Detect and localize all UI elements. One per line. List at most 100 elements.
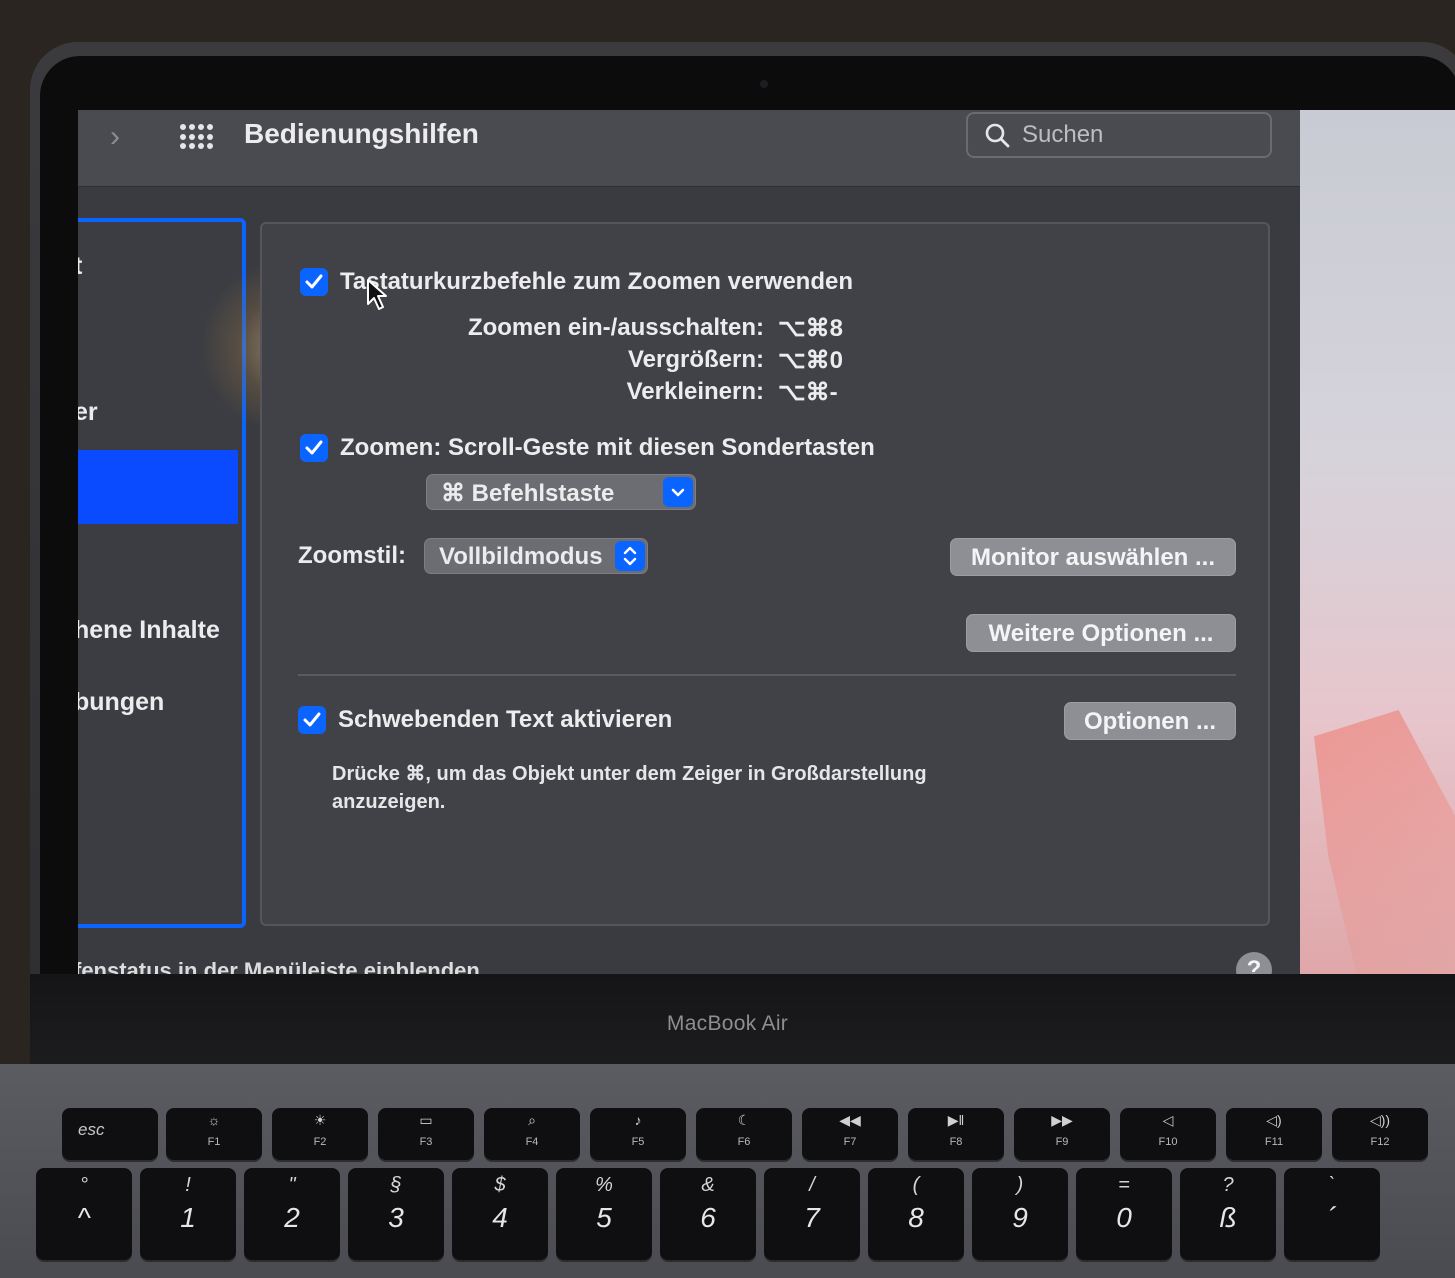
sidebar-item[interactable]: hene Inhalte bbox=[78, 616, 220, 645]
section-divider bbox=[298, 674, 1236, 676]
function-key[interactable]: ▶‖ F8 bbox=[908, 1108, 1004, 1160]
number-key[interactable]: ) 9 bbox=[972, 1168, 1068, 1260]
shortcut-label: Zoomen ein-/ausschalten: bbox=[467, 314, 764, 341]
mute-icon: ◁ bbox=[1162, 1112, 1174, 1128]
scroll-gesture-label[interactable]: Zoomen: Scroll-Geste mit diesen Sonderta… bbox=[340, 434, 875, 462]
function-key[interactable]: ☼ F1 bbox=[166, 1108, 262, 1160]
function-key-label: F1 bbox=[207, 1136, 221, 1148]
function-key[interactable]: ▭ F3 bbox=[378, 1108, 474, 1160]
function-key-label: F8 bbox=[949, 1136, 963, 1148]
shortcut-keys: ⌥⌘- bbox=[778, 379, 838, 406]
sidebar: t er hene Inhalte bungen bbox=[78, 218, 372, 928]
function-key-label: F9 bbox=[1055, 1136, 1069, 1148]
checkmark-icon bbox=[303, 712, 321, 727]
up-down-chevron-icon bbox=[615, 541, 645, 571]
shortcut-label: Vergrößern: bbox=[627, 346, 764, 373]
zoom-style-popup[interactable]: Vollbildmodus bbox=[424, 538, 648, 574]
more-options-button[interactable]: Weitere Optionen ... bbox=[966, 614, 1236, 652]
key-main-label: 5 bbox=[596, 1202, 612, 1233]
help-button[interactable]: ? bbox=[1236, 952, 1272, 974]
key-main-label: 2 bbox=[284, 1202, 300, 1233]
number-key[interactable]: /7 bbox=[764, 1168, 860, 1260]
function-key-label: F7 bbox=[843, 1136, 857, 1148]
modifier-key-popup[interactable]: ⌘ Befehlstaste bbox=[426, 474, 696, 510]
key-shift-label: ! bbox=[185, 1174, 191, 1196]
keyboard-shortcuts-checkbox[interactable] bbox=[300, 268, 328, 296]
key-shift-label: ? bbox=[1222, 1174, 1234, 1196]
key-shift-label: % bbox=[595, 1174, 613, 1196]
number-key[interactable]: ! 1 bbox=[140, 1168, 236, 1260]
brightness-up-icon: ☀ bbox=[313, 1112, 327, 1128]
key-shift-label: § bbox=[390, 1174, 402, 1196]
select-monitor-button[interactable]: Monitor auswählen ... bbox=[950, 538, 1236, 576]
key-shift-label: ) bbox=[1016, 1174, 1024, 1196]
sidebar-item[interactable]: er bbox=[78, 398, 98, 427]
number-key[interactable]: ` ´ bbox=[1284, 1168, 1380, 1260]
checkmark-icon bbox=[305, 440, 323, 455]
function-key-label: F11 bbox=[1264, 1136, 1284, 1148]
function-key-label: F5 bbox=[631, 1136, 645, 1148]
mouse-cursor-icon bbox=[367, 279, 387, 310]
fast-forward-icon: ▶▶ bbox=[1051, 1112, 1073, 1128]
keyboard-shortcuts-label[interactable]: Tastaturkurzbefehle zum Zoomen verwenden bbox=[340, 268, 853, 296]
forward-chevron-icon[interactable]: › bbox=[110, 122, 136, 152]
screen: › Bedienungshilfen t er hene Inhalte bun… bbox=[78, 110, 1455, 974]
function-key[interactable]: ◀◀ F7 bbox=[802, 1108, 898, 1160]
brightness-down-icon: ☼ bbox=[207, 1112, 221, 1128]
hover-text-checkbox[interactable] bbox=[298, 706, 326, 734]
function-key-label: F3 bbox=[419, 1136, 433, 1148]
function-key[interactable]: ◁) F11 bbox=[1226, 1108, 1322, 1160]
hover-text-label[interactable]: Schwebenden Text aktivieren bbox=[338, 706, 672, 734]
menu-bar-status-label[interactable]: fenstatus in der Menüleiste einblenden bbox=[78, 958, 480, 974]
number-key[interactable]: " 2 bbox=[244, 1168, 340, 1260]
key-main-label: 7 bbox=[804, 1202, 820, 1233]
search-icon bbox=[985, 123, 1010, 148]
function-key-label: F6 bbox=[737, 1136, 751, 1148]
spotlight-search-icon: ⌕ bbox=[528, 1112, 536, 1128]
number-key[interactable]: & 6 bbox=[660, 1168, 756, 1260]
number-key[interactable]: $4 bbox=[452, 1168, 548, 1260]
number-key[interactable]: ? ß bbox=[1180, 1168, 1276, 1260]
function-key[interactable]: ☾ F6 bbox=[696, 1108, 792, 1160]
volume-up-icon: ◁)) bbox=[1369, 1112, 1391, 1128]
sidebar-item[interactable]: bungen bbox=[78, 688, 164, 717]
search-input[interactable] bbox=[1022, 118, 1252, 152]
scroll-gesture-checkbox[interactable] bbox=[300, 434, 328, 462]
esc-key[interactable]: esc bbox=[62, 1108, 158, 1160]
key-main-label: ´ bbox=[1327, 1202, 1337, 1233]
zoom-style-label: Zoomstil: bbox=[298, 542, 406, 569]
function-key[interactable]: ♪ F5 bbox=[590, 1108, 686, 1160]
number-key[interactable]: = 0 bbox=[1076, 1168, 1172, 1260]
hover-text-options-button[interactable]: Optionen ... bbox=[1064, 702, 1236, 740]
key-shift-label: = bbox=[1118, 1174, 1130, 1196]
function-key-label: F4 bbox=[525, 1136, 539, 1148]
number-key[interactable]: § 3 bbox=[348, 1168, 444, 1260]
function-key[interactable]: ◁ F10 bbox=[1120, 1108, 1216, 1160]
function-key[interactable]: ☀ F2 bbox=[272, 1108, 368, 1160]
mission-control-icon: ▭ bbox=[419, 1112, 433, 1128]
function-key[interactable]: ⌕ F4 bbox=[484, 1108, 580, 1160]
key-main-label: 6 bbox=[700, 1202, 716, 1233]
sidebar-item-label: t bbox=[78, 252, 83, 280]
number-key[interactable]: ° ^ bbox=[36, 1168, 132, 1260]
key-main-label: 4 bbox=[492, 1202, 508, 1233]
number-key[interactable]: % 5 bbox=[556, 1168, 652, 1260]
key-shift-label: " bbox=[288, 1174, 296, 1196]
number-key[interactable]: (8 bbox=[868, 1168, 964, 1260]
search-field[interactable] bbox=[966, 112, 1272, 158]
show-all-grid-icon[interactable] bbox=[180, 124, 216, 150]
shortcut-keys: ⌥⌘8 bbox=[778, 315, 844, 342]
play-pause-icon: ▶‖ bbox=[947, 1112, 965, 1128]
key-main-label: 0 bbox=[1116, 1202, 1132, 1233]
sidebar-item[interactable]: t bbox=[78, 252, 82, 281]
function-key[interactable]: ◁)) F12 bbox=[1332, 1108, 1428, 1160]
function-key[interactable]: ▶▶ F9 bbox=[1014, 1108, 1110, 1160]
volume-down-icon: ◁) bbox=[1266, 1112, 1282, 1128]
key-shift-label: ` bbox=[1328, 1174, 1336, 1196]
sidebar-item-selected[interactable] bbox=[78, 450, 238, 524]
hover-text-description: Drücke ⌘, um das Objekt unter dem Zeiger… bbox=[332, 763, 927, 813]
key-main-label: 1 bbox=[180, 1202, 196, 1233]
key-shift-label: ° bbox=[80, 1174, 88, 1196]
key-shift-label: ( bbox=[912, 1174, 920, 1196]
camera bbox=[760, 80, 768, 88]
